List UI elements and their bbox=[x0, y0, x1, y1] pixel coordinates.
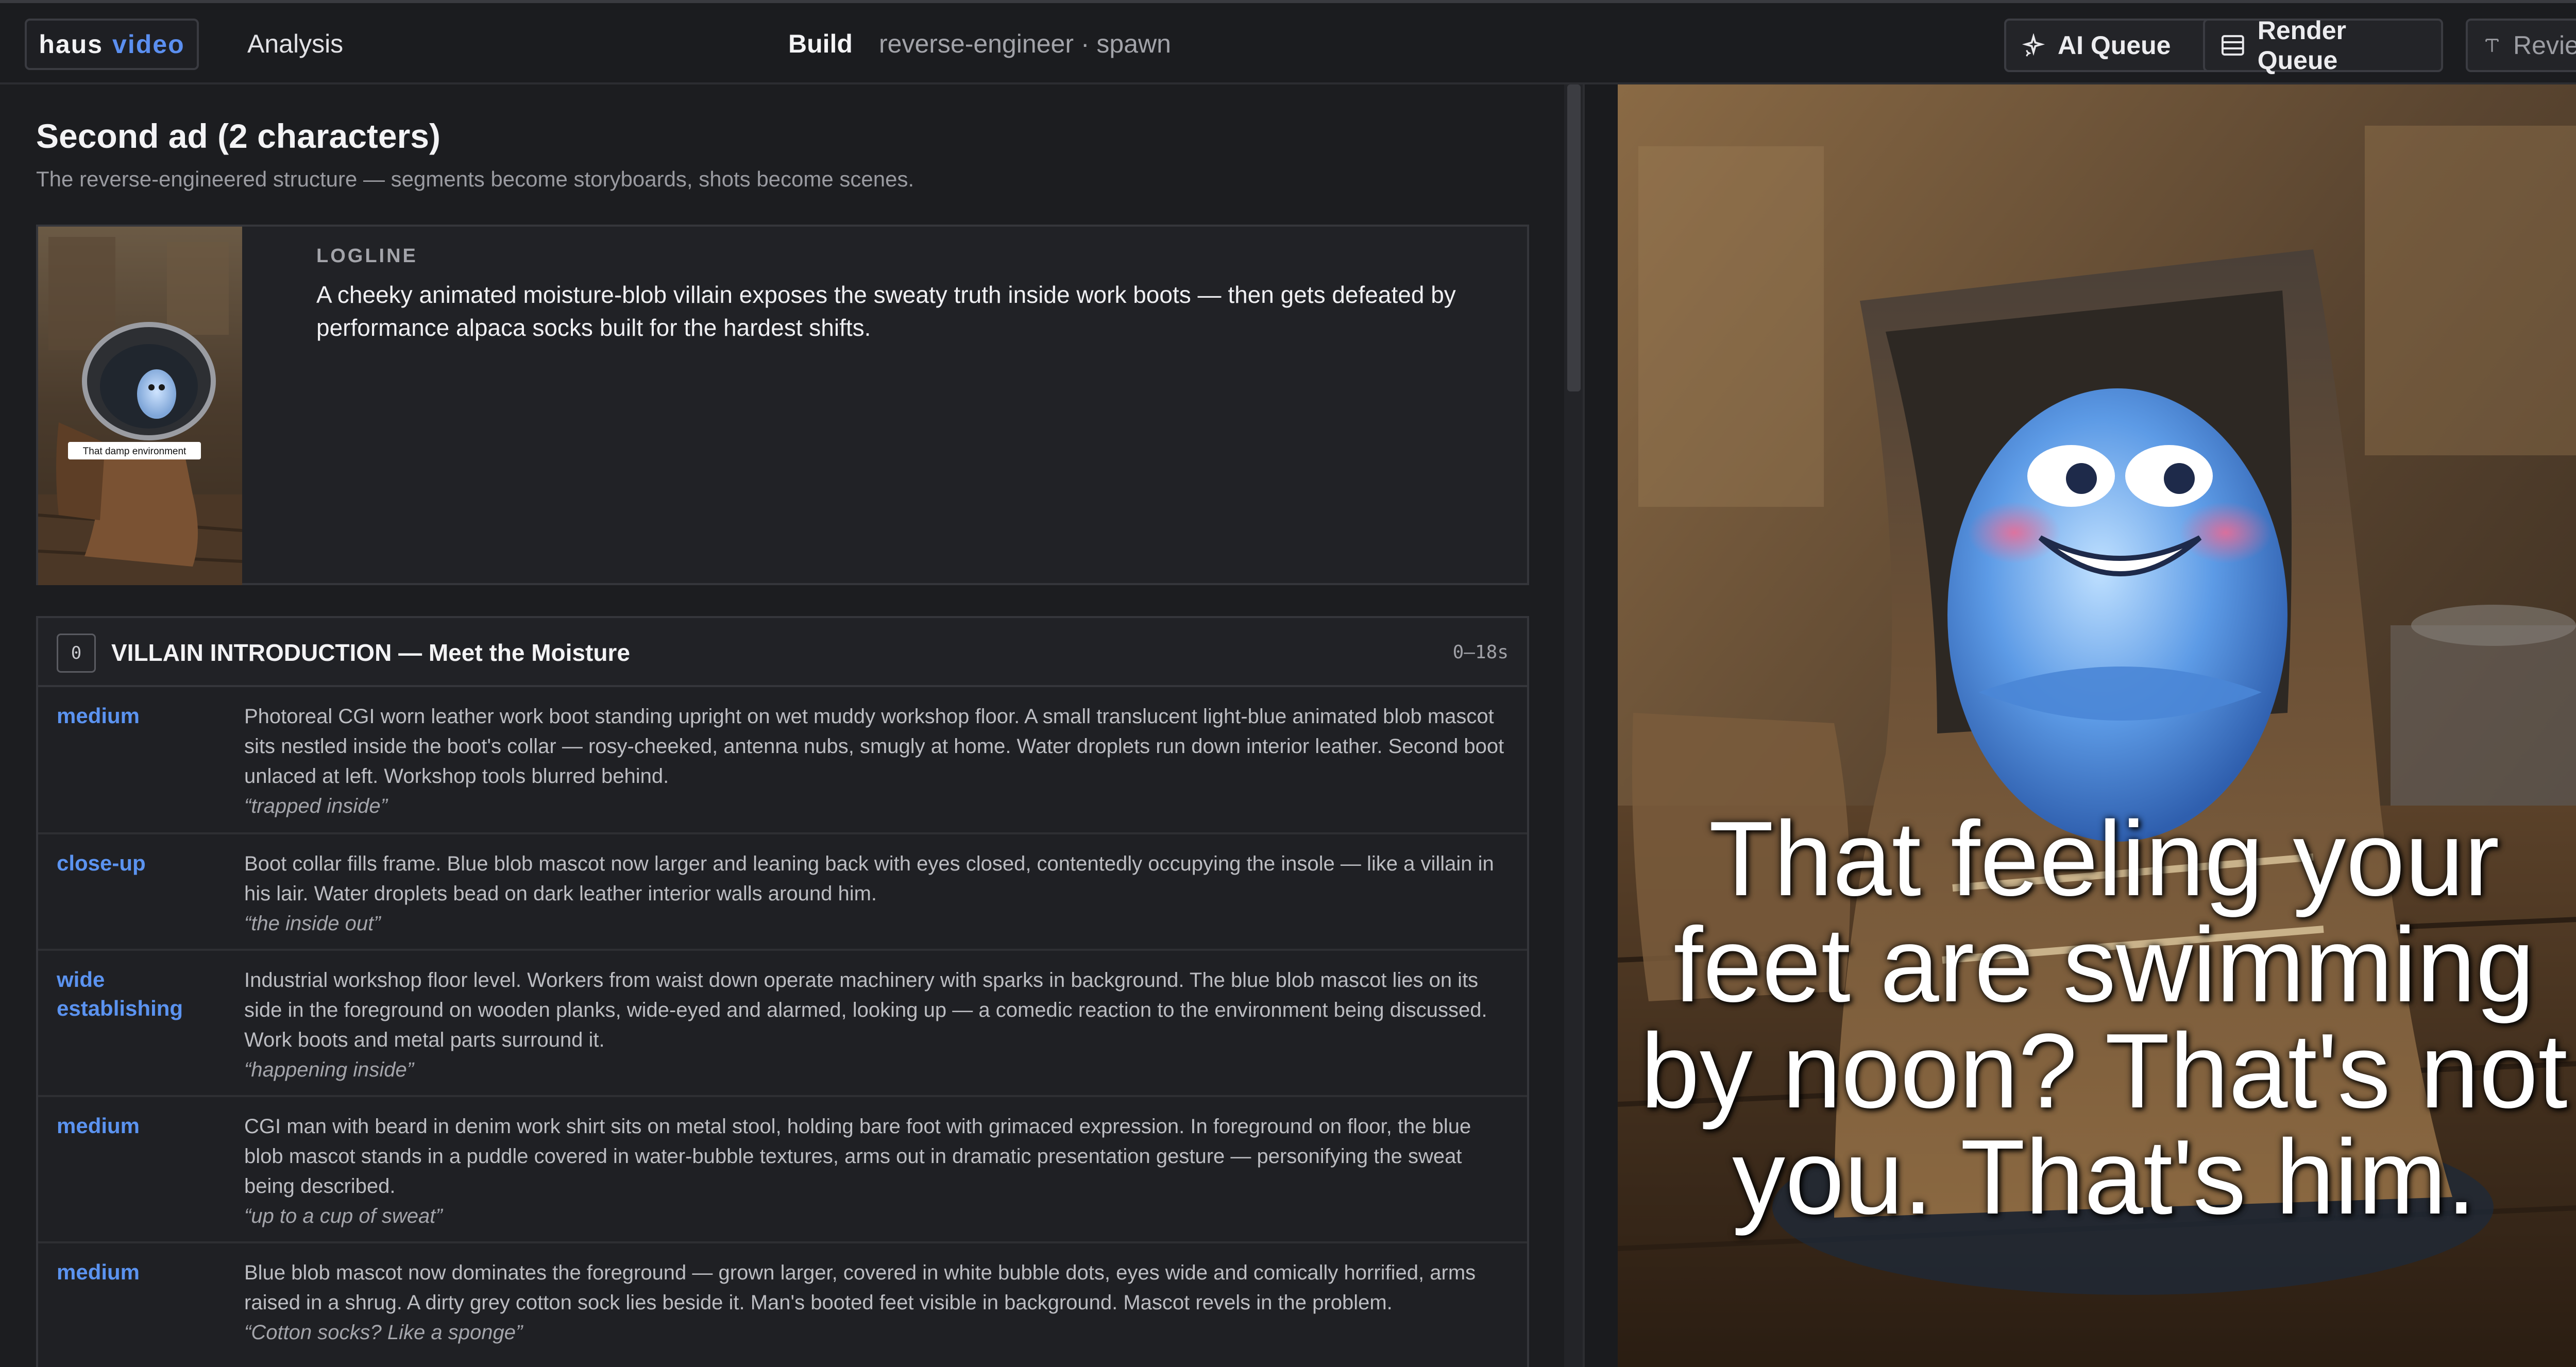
structure-panel: Second ad (2 characters) The reverse-eng… bbox=[0, 84, 1564, 1367]
nav-build[interactable]: Build bbox=[788, 29, 853, 59]
scrollbar-thumb[interactable] bbox=[1567, 84, 1581, 391]
shot-description-text: Boot collar fills frame. Blue blob masco… bbox=[244, 852, 1494, 905]
thumbnail-image: That damp environment bbox=[38, 227, 242, 585]
top-bar: haus video Analysis Build reverse-engine… bbox=[0, 0, 2576, 84]
shot-description: Industrial workshop floor level. Workers… bbox=[244, 965, 1512, 1085]
page-subtitle: The reverse-engineered structure — segme… bbox=[36, 167, 914, 191]
segment-card: 0 VILLAIN INTRODUCTION — Meet the Moistu… bbox=[36, 616, 1529, 1367]
sparkle-icon bbox=[2022, 33, 2045, 57]
shot-type: medium bbox=[57, 1260, 140, 1284]
segment-header[interactable]: 0 VILLAIN INTRODUCTION — Meet the Moistu… bbox=[38, 618, 1527, 687]
render-queue-button[interactable]: Render Queue bbox=[2203, 16, 2443, 75]
shot-quote: “Cotton socks? Like a sponge” bbox=[244, 1321, 523, 1344]
shot-type: wide establishing bbox=[57, 967, 183, 1020]
shot-row[interactable]: close-up Boot collar fills frame. Blue b… bbox=[38, 834, 1527, 951]
brand-word-haus: haus bbox=[39, 30, 104, 59]
breadcrumb: reverse-engineer · spawn bbox=[879, 29, 1171, 58]
nav-analysis[interactable]: Analysis bbox=[247, 29, 343, 59]
panel-divider[interactable] bbox=[1583, 84, 1618, 1367]
preview-frame[interactable]: That feeling your feet are swimming by n… bbox=[1618, 84, 2576, 1367]
shot-quote: “the inside out” bbox=[244, 912, 381, 935]
shot-description: Photoreal CGI worn leather work boot sta… bbox=[244, 702, 1512, 821]
brand-logo[interactable]: haus video bbox=[25, 19, 199, 70]
shot-description-text: Industrial workshop floor level. Workers… bbox=[244, 969, 1487, 1051]
ai-queue-button[interactable]: AI Queue bbox=[2004, 19, 2215, 72]
thumbnail-caption: That damp environment bbox=[83, 446, 187, 457]
brand-word-video: video bbox=[112, 30, 185, 59]
segment-time-range: 0–18s bbox=[1452, 642, 1509, 663]
shot-type: medium bbox=[57, 704, 140, 728]
segment-title: VILLAIN INTRODUCTION — Meet the Moisture bbox=[111, 639, 630, 666]
review-button[interactable]: Review bbox=[2466, 19, 2576, 72]
render-queue-label: Render Queue bbox=[2257, 16, 2346, 75]
text-icon bbox=[2485, 39, 2499, 52]
shot-description-text: Blue blob mascot now dominates the foreg… bbox=[244, 1261, 1476, 1314]
review-label: Review bbox=[2513, 31, 2576, 60]
shot-quote: “trapped inside” bbox=[244, 795, 387, 817]
shot-description: Boot collar fills frame. Blue blob masco… bbox=[244, 849, 1512, 938]
shot-description-text: CGI man with beard in denim work shirt s… bbox=[244, 1115, 1471, 1198]
logline-thumbnail[interactable]: That damp environment bbox=[38, 227, 242, 585]
queue-list-icon bbox=[2221, 35, 2244, 56]
shot-quote: “happening inside” bbox=[244, 1058, 414, 1081]
shot-row[interactable]: medium CGI man with beard in denim work … bbox=[38, 1097, 1527, 1243]
ai-queue-label: AI Queue bbox=[2058, 31, 2171, 60]
shot-quote: “up to a cup of sweat” bbox=[244, 1205, 443, 1227]
preview-caption: That feeling your feet are swimming by n… bbox=[1640, 799, 2568, 1236]
logline-card: That damp environment LOGLINE A cheeky a… bbox=[36, 225, 1529, 585]
segment-index-badge: 0 bbox=[57, 634, 96, 673]
shot-type: medium bbox=[57, 1114, 140, 1138]
shot-description: CGI man with beard in denim work shirt s… bbox=[244, 1112, 1512, 1231]
shot-row[interactable]: wide establishing Industrial workshop fl… bbox=[38, 951, 1527, 1097]
shot-row[interactable]: medium Blue blob mascot now dominates th… bbox=[38, 1243, 1527, 1367]
shot-description: Blue blob mascot now dominates the foreg… bbox=[244, 1258, 1512, 1347]
page-title: Second ad (2 characters) bbox=[36, 117, 440, 155]
logline-text: A cheeky animated moisture-blob villain … bbox=[316, 281, 1456, 341]
shot-row[interactable]: medium Photoreal CGI worn leather work b… bbox=[38, 687, 1527, 834]
shot-description-text: Photoreal CGI worn leather work boot sta… bbox=[244, 705, 1504, 788]
logline-label: LOGLINE bbox=[316, 245, 418, 267]
shot-type: close-up bbox=[57, 851, 146, 875]
